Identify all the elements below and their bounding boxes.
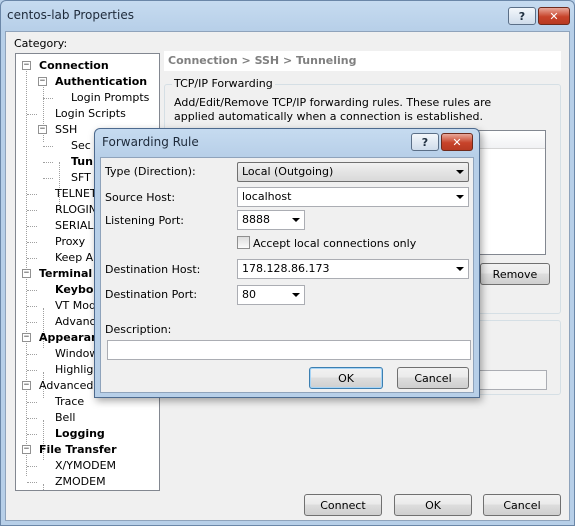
collapse-icon[interactable]: − — [22, 269, 31, 278]
tree-guide — [27, 354, 37, 355]
tree-item[interactable]: Connection — [39, 59, 109, 73]
accept-local-checkbox[interactable] — [237, 236, 250, 249]
tree-item[interactable]: Authentication — [55, 75, 147, 89]
dest-host-label: Destination Host: — [105, 263, 201, 276]
ok-button[interactable]: OK — [394, 494, 472, 516]
dropdown-arrow-icon — [292, 218, 300, 222]
tree-guide — [43, 146, 53, 147]
tree-guide — [27, 210, 37, 211]
tree-item[interactable]: Sec — [71, 139, 91, 153]
tree-guide — [27, 466, 37, 467]
tree-item[interactable]: Logging — [55, 427, 105, 441]
tree-guide — [43, 484, 44, 490]
category-label: Category: — [14, 37, 68, 50]
collapse-icon[interactable]: − — [38, 125, 47, 134]
source-host-input[interactable]: localhost — [237, 187, 469, 207]
dropdown-arrow-icon — [292, 293, 300, 297]
close-icon: ✕ — [452, 135, 462, 149]
dropdown-arrow-icon — [456, 170, 464, 174]
tree-item[interactable]: Login Prompts — [71, 91, 149, 105]
collapse-icon[interactable]: − — [22, 445, 31, 454]
tcp-forwarding-title: TCP/IP Forwarding — [172, 77, 275, 90]
tree-item[interactable]: Window — [55, 347, 98, 361]
dropdown-arrow-icon — [456, 267, 464, 271]
tree-item[interactable]: SERIAL — [55, 219, 93, 233]
tree-item[interactable]: Trace — [55, 395, 84, 409]
close-button[interactable]: ✕ — [538, 7, 570, 25]
source-host-label: Source Host: — [105, 191, 176, 204]
tree-item[interactable]: Tun — [71, 155, 93, 169]
tree-item[interactable]: Proxy — [55, 235, 85, 249]
listening-port-input[interactable]: 8888 — [237, 210, 305, 230]
help-button[interactable]: ? — [508, 7, 536, 25]
dialog-client: Type (Direction): Local (Outgoing) Sourc… — [100, 157, 474, 393]
tree-item[interactable]: Bell — [55, 411, 75, 425]
type-label: Type (Direction): — [105, 165, 196, 178]
tree-item[interactable]: Login Scripts — [55, 107, 126, 121]
dialog-close-button[interactable]: ✕ — [441, 133, 473, 151]
tree-item[interactable]: Keep Al — [55, 251, 96, 265]
tree-guide — [27, 226, 37, 227]
collapse-icon[interactable]: − — [38, 77, 47, 86]
tree-guide — [27, 194, 37, 195]
tree-item[interactable]: Terminal — [39, 267, 92, 281]
page-breadcrumb: Connection > SSH > Tunneling — [164, 51, 561, 71]
tree-guide — [27, 482, 37, 483]
tree-guide — [27, 114, 37, 115]
x11-field[interactable] — [472, 370, 547, 390]
listening-port-label: Listening Port: — [105, 214, 184, 227]
tree-guide — [27, 306, 37, 307]
tree-item[interactable]: File Transfer — [39, 443, 117, 457]
dialog-cancel-button[interactable]: Cancel — [397, 367, 469, 389]
cancel-button[interactable]: Cancel — [483, 494, 561, 516]
tcp-forwarding-description: Add/Edit/Remove TCP/IP forwarding rules.… — [174, 96, 492, 123]
tree-item[interactable]: SFT — [71, 171, 91, 185]
tree-item[interactable]: X/YMODEM — [55, 459, 116, 473]
description-label: Description: — [105, 323, 172, 336]
type-select[interactable]: Local (Outgoing) — [237, 162, 469, 182]
forwarding-rule-dialog: Forwarding Rule ? ✕ Type (Direction): Lo… — [94, 128, 480, 398]
dest-host-input[interactable]: 178.128.86.173 — [237, 259, 469, 279]
tree-item[interactable]: Advanc — [55, 315, 96, 329]
dest-host-value: 178.128.86.173 — [242, 262, 330, 275]
tree-guide — [27, 402, 37, 403]
dialog-help-button[interactable]: ? — [411, 133, 439, 151]
tree-item[interactable]: TELNET — [55, 187, 97, 201]
connect-button[interactable]: Connect — [304, 494, 382, 516]
tree-item[interactable]: RLOGIN — [55, 203, 97, 217]
dest-port-value: 80 — [242, 288, 256, 301]
collapse-icon[interactable]: − — [22, 61, 31, 70]
type-select-value: Local (Outgoing) — [242, 165, 334, 178]
tree-guide — [27, 418, 37, 419]
tree-guide — [27, 258, 37, 259]
tree-guide — [27, 290, 37, 291]
remove-button[interactable]: Remove — [480, 263, 550, 285]
close-icon: ✕ — [549, 9, 559, 23]
source-host-value: localhost — [242, 190, 292, 203]
dest-port-input[interactable]: 80 — [237, 285, 305, 305]
window-title: centos-lab Properties — [7, 8, 134, 22]
tree-item[interactable]: Advanced — [39, 379, 93, 393]
tree-item[interactable]: Appearan — [39, 331, 99, 345]
dialog-title: Forwarding Rule — [102, 135, 199, 149]
dialog-ok-button[interactable]: OK — [309, 367, 383, 389]
dropdown-arrow-icon — [456, 195, 464, 199]
tree-guide — [27, 370, 37, 371]
tree-guide — [27, 242, 37, 243]
tree-guide — [27, 434, 37, 435]
tree-guide — [43, 162, 53, 163]
tree-guide — [43, 98, 53, 99]
description-input[interactable] — [107, 340, 471, 360]
collapse-icon[interactable]: − — [22, 333, 31, 342]
tree-item[interactable]: SSH — [55, 123, 77, 137]
dest-port-label: Destination Port: — [105, 288, 198, 301]
collapse-icon[interactable]: − — [22, 381, 31, 390]
tree-guide — [43, 178, 53, 179]
tree-item[interactable]: ZMODEM — [55, 475, 106, 489]
accept-local-label: Accept local connections only — [253, 237, 417, 250]
tree-guide — [27, 322, 37, 323]
listening-port-value: 8888 — [242, 213, 270, 226]
tree-item[interactable]: Keybo — [55, 283, 93, 297]
